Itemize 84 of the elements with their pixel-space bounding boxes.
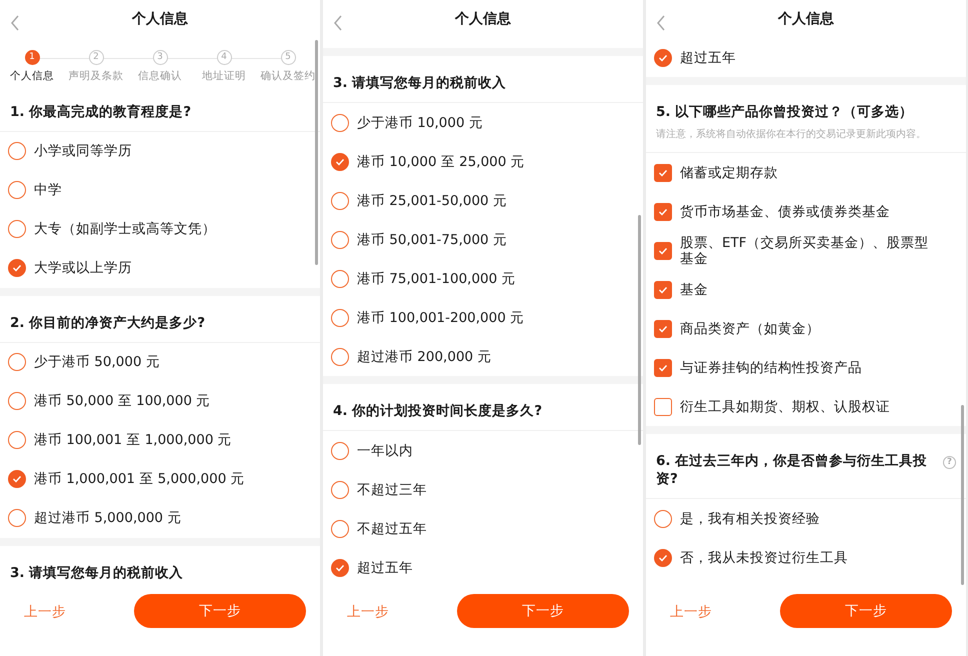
page-title: 个人信息 — [455, 10, 511, 28]
option-label[interactable]: 超过港币 5,000,000 元 — [34, 510, 182, 526]
option-label[interactable]: 港币 25,001-50,000 元 — [357, 192, 507, 208]
checkbox[interactable] — [654, 164, 672, 182]
radio-button[interactable] — [8, 220, 26, 238]
radio-button[interactable] — [331, 442, 349, 460]
check-icon — [658, 168, 668, 176]
check-icon — [658, 246, 668, 254]
radio-button[interactable] — [8, 509, 26, 528]
option-label[interactable]: 港币 50,000 至 100,000 元 — [34, 393, 210, 410]
question-note: 请注意，系统将自动依据你在本行的交易记录更新此项内容。 — [655, 128, 927, 142]
option-label[interactable]: 衍生工具如期货、期权、认股权证 — [680, 398, 890, 414]
checkbox[interactable] — [654, 202, 672, 220]
question-title: 3. 请填写您每月的税前收入 — [10, 564, 184, 582]
option-label[interactable]: 少于港币 10,000 元 — [357, 114, 483, 130]
check-icon — [658, 364, 668, 372]
checkbox[interactable] — [654, 358, 672, 376]
question-title: 5. 以下哪些产品你曾投资过？（可多选） — [656, 103, 914, 121]
radio-button[interactable] — [654, 48, 672, 66]
question-title: 6. 在过去三年内，你是否曾参与衍生工具投资? — [656, 452, 928, 488]
page-title: 个人信息 — [132, 10, 188, 28]
radio-button[interactable] — [654, 510, 672, 528]
option-label[interactable]: 超过五年 — [357, 560, 413, 576]
check-icon — [658, 54, 668, 62]
radio-button[interactable] — [331, 114, 349, 132]
option-label[interactable]: 大专（如副学士或高等文凭） — [34, 221, 216, 238]
radio-button[interactable] — [331, 480, 349, 498]
radio-button[interactable] — [8, 353, 26, 372]
option-label[interactable]: 港币 100,001-200,000 元 — [357, 310, 524, 326]
option-label[interactable]: 少于港币 50,000 元 — [34, 354, 160, 370]
radio-button[interactable] — [331, 520, 349, 538]
option-label[interactable]: 港币 100,001 至 1,000,000 元 — [34, 432, 232, 448]
checkbox[interactable] — [654, 280, 672, 298]
check-icon — [12, 475, 22, 484]
question-title: 2. 你目前的净资产大约是多少? — [10, 314, 206, 332]
radio-button[interactable] — [331, 558, 349, 576]
check-icon — [658, 208, 668, 216]
check-icon — [658, 324, 668, 332]
option-label[interactable]: 中学 — [34, 182, 62, 198]
option-label[interactable]: 一年以内 — [357, 442, 413, 458]
option-label[interactable]: 不超过三年 — [357, 482, 427, 498]
check-icon — [335, 158, 345, 166]
option-label[interactable]: 与证券挂钩的结构性投资产品 — [680, 360, 862, 376]
option-label[interactable]: 股票、ETF（交易所买卖基金）、股票型基金 — [680, 234, 940, 266]
option-label[interactable]: 港币 50,001-75,000 元 — [357, 232, 507, 248]
option-label[interactable]: 大学或以上学历 — [34, 260, 132, 276]
check-icon — [658, 286, 668, 294]
radio-button[interactable] — [8, 470, 26, 488]
option-label[interactable]: 小学或同等学历 — [34, 143, 132, 160]
option-label[interactable]: 港币 1,000,001 至 5,000,000 元 — [34, 471, 245, 488]
page-title: 个人信息 — [778, 10, 834, 28]
checkbox[interactable] — [654, 320, 672, 338]
check-icon — [335, 564, 345, 572]
radio-button[interactable] — [331, 348, 349, 366]
radio-button[interactable] — [331, 152, 349, 170]
radio-button[interactable] — [8, 181, 26, 200]
check-icon — [12, 264, 22, 272]
option-label[interactable]: 货币市场基金、债券或债券类基金 — [680, 204, 890, 220]
option-label[interactable]: 不超过五年 — [357, 520, 427, 536]
checkbox[interactable] — [654, 398, 672, 416]
option-label[interactable]: 储蓄或定期存款 — [680, 164, 778, 180]
option-label[interactable]: 港币 10,000 至 25,000 元 — [357, 154, 525, 170]
option-label[interactable]: 港币 75,001-100,000 元 — [357, 270, 516, 286]
option-label[interactable]: 基金 — [680, 282, 708, 298]
radio-button[interactable] — [8, 392, 26, 410]
checkbox[interactable] — [654, 242, 672, 260]
option-label[interactable]: 超过五年 — [680, 50, 736, 66]
radio-button[interactable] — [8, 142, 26, 160]
step-label[interactable]: 个人信息 — [10, 69, 54, 85]
radio-button[interactable] — [331, 230, 349, 248]
option-label[interactable]: 是，我有相关投资经验 — [680, 510, 820, 526]
radio-button[interactable] — [8, 431, 26, 450]
option-label[interactable]: 否，我从未投资过衍生工具 — [680, 550, 848, 566]
radio-button[interactable] — [331, 270, 349, 288]
option-label[interactable]: 超过港币 200,000 元 — [357, 348, 492, 364]
question-title: 3. 请填写您每月的税前收入 — [333, 74, 506, 92]
question-title: 4. 你的计划投资时间长度是多久? — [333, 402, 542, 420]
check-icon — [658, 554, 668, 562]
question-title: 1. 你最高完成的教育程度是? — [10, 102, 192, 121]
radio-button[interactable] — [654, 548, 672, 566]
radio-button[interactable] — [331, 192, 349, 210]
radio-button[interactable] — [331, 308, 349, 326]
option-label[interactable]: 商品类资产（如黄金） — [680, 320, 820, 336]
radio-button[interactable] — [8, 259, 26, 278]
